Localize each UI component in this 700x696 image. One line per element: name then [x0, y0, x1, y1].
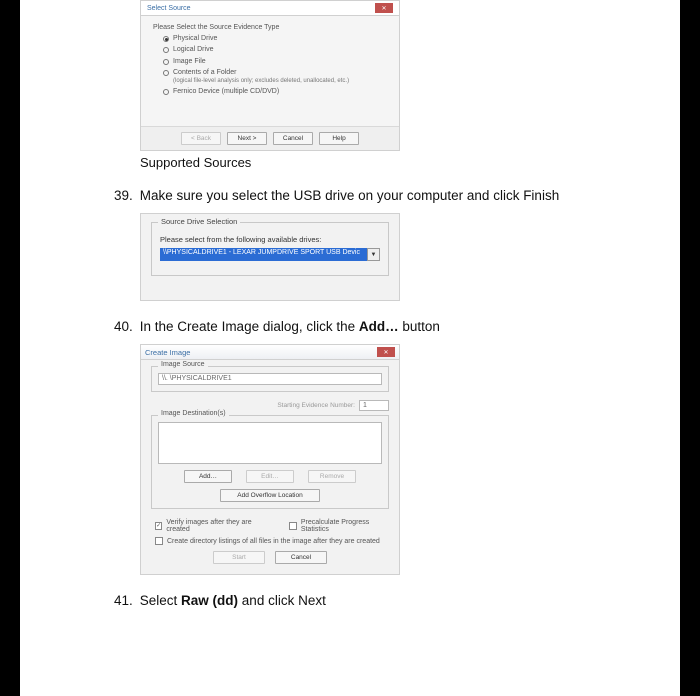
checkbox-icon	[155, 537, 163, 545]
step-text-pre: Select	[140, 593, 181, 608]
destination-list[interactable]	[158, 422, 382, 464]
next-button[interactable]: Next >	[227, 132, 267, 145]
step-number: 40.	[114, 319, 134, 334]
checkbox-label: Precalculate Progress Statistics	[301, 519, 389, 533]
checkbox-icon	[155, 522, 162, 530]
chevron-down-icon[interactable]: ▼	[367, 248, 380, 261]
dialog-titlebar: Create Image ✕	[141, 345, 399, 360]
figure-caption: Supported Sources	[140, 155, 660, 170]
selected-drive: \\PHYSICALDRIVE1 - LEXAR JUMPDRIVE SPORT…	[160, 248, 367, 261]
radio-icon	[163, 36, 169, 42]
group-legend: Source Drive Selection	[158, 217, 240, 226]
option-physical-drive[interactable]: Physical Drive	[163, 35, 387, 43]
directory-listings-checkbox[interactable]: Create directory listings of all files i…	[155, 537, 389, 545]
verify-images-checkbox[interactable]: Verify images after they are created	[155, 519, 265, 533]
option-fernico-device[interactable]: Fernico Device (multiple CD/DVD)	[163, 88, 387, 96]
dialog-title: Create Image	[145, 348, 190, 357]
option-label: Fernico Device (multiple CD/DVD)	[173, 88, 279, 96]
group-label: Please Select the Source Evidence Type	[153, 24, 387, 31]
radio-icon	[163, 59, 169, 65]
dialog-footer: < Back Next > Cancel Help	[141, 126, 399, 150]
instruction-text: Please select from the following availab…	[160, 235, 380, 244]
add-button[interactable]: Add…	[184, 470, 232, 483]
start-button: Start	[213, 551, 265, 564]
option-label-text: Contents of a Folder	[173, 69, 236, 76]
create-image-dialog: Create Image ✕ Image Source \\. \PHYSICA…	[140, 344, 400, 575]
option-label: Physical Drive	[173, 35, 217, 43]
close-icon[interactable]: ✕	[377, 347, 395, 357]
step-39: 39. Make sure you select the USB drive o…	[114, 188, 660, 203]
dialog-title: Select Source	[147, 5, 191, 12]
image-destination-group: Image Destination(s) Add… Edit… Remove A…	[151, 415, 389, 509]
image-source-group: Image Source \\. \PHYSICALDRIVE1	[151, 366, 389, 392]
image-source-field[interactable]: \\. \PHYSICALDRIVE1	[158, 373, 382, 385]
step-text-pre: In the Create Image dialog, click the	[140, 319, 359, 334]
step-text-post: and click Next	[238, 593, 326, 608]
precalculate-checkbox[interactable]: Precalculate Progress Statistics	[289, 519, 389, 533]
close-icon[interactable]: ✕	[375, 3, 393, 13]
evidence-number-field[interactable]: 1	[359, 400, 389, 411]
checkbox-icon	[289, 522, 296, 530]
step-bold: Add…	[359, 319, 399, 334]
radio-icon	[163, 89, 169, 95]
radio-icon	[163, 70, 169, 76]
radio-icon	[163, 47, 169, 53]
step-bold: Raw (dd)	[181, 593, 238, 608]
option-sublabel: (logical file-level analysis only; exclu…	[173, 78, 349, 85]
dialog-titlebar: Select Source ✕	[141, 1, 399, 16]
option-label: Image File	[173, 58, 206, 66]
cancel-button[interactable]: Cancel	[275, 551, 327, 564]
checkbox-label: Create directory listings of all files i…	[167, 538, 380, 545]
back-button: < Back	[181, 132, 221, 145]
step-40: 40. In the Create Image dialog, click th…	[114, 319, 660, 334]
document-page: Select Source ✕ Please Select the Source…	[20, 0, 680, 696]
checkbox-label: Verify images after they are created	[166, 519, 265, 533]
drive-combobox[interactable]: \\PHYSICALDRIVE1 - LEXAR JUMPDRIVE SPORT…	[160, 248, 380, 261]
step-text-post: button	[399, 319, 440, 334]
group-legend: Image Source	[158, 361, 208, 368]
help-button[interactable]: Help	[319, 132, 359, 145]
add-overflow-button[interactable]: Add Overflow Location	[220, 489, 320, 502]
step-text: Make sure you select the USB drive on yo…	[140, 188, 559, 203]
source-drive-selection-dialog: Source Drive Selection Please select fro…	[140, 213, 400, 301]
edit-button: Edit…	[246, 470, 294, 483]
option-folder-contents[interactable]: Contents of a Folder (logical file-level…	[163, 69, 387, 85]
cancel-button[interactable]: Cancel	[273, 132, 313, 145]
option-image-file[interactable]: Image File	[163, 58, 387, 66]
step-number: 41.	[114, 593, 134, 608]
select-source-dialog: Select Source ✕ Please Select the Source…	[140, 0, 400, 151]
remove-button: Remove	[308, 470, 356, 483]
option-logical-drive[interactable]: Logical Drive	[163, 46, 387, 54]
group-legend: Image Destination(s)	[158, 410, 229, 417]
evidence-label: Starting Evidence Number:	[277, 402, 355, 409]
option-label: Logical Drive	[173, 46, 213, 54]
option-label: Contents of a Folder (logical file-level…	[173, 69, 349, 85]
step-41: 41. Select Raw (dd) and click Next	[114, 593, 660, 608]
step-number: 39.	[114, 188, 134, 203]
